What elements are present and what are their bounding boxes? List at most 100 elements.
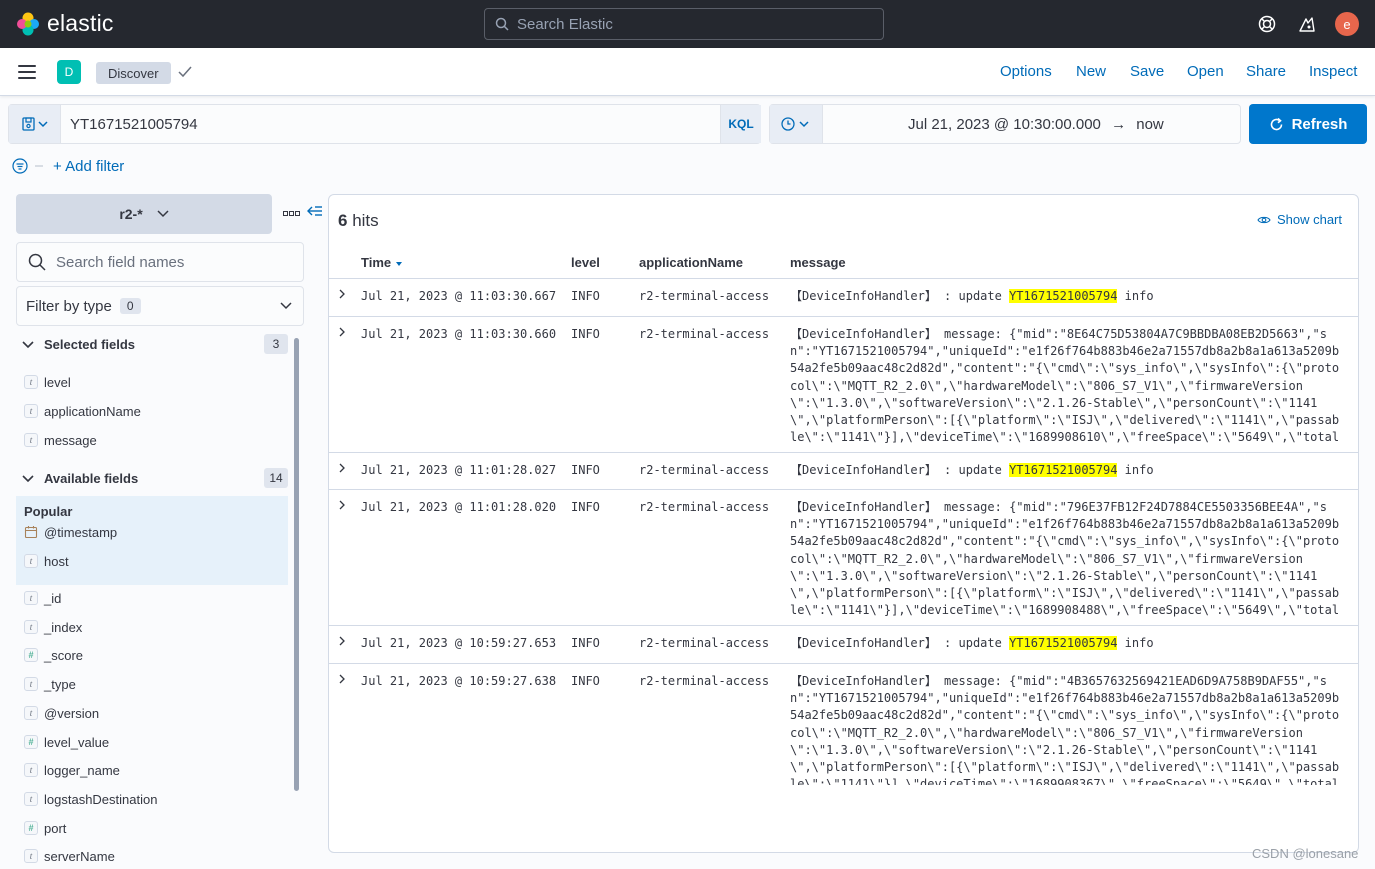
cell-application-name: r2-terminal-access	[639, 674, 770, 688]
field-item-version[interactable]: t @version	[24, 704, 99, 722]
hits-label: hits	[352, 211, 379, 230]
chevron-right-icon[interactable]	[337, 327, 347, 337]
field-item-logstash-destination[interactable]: t logstashDestination	[24, 790, 157, 808]
field-name: level_value	[44, 734, 110, 750]
options-link[interactable]: Options	[1000, 63, 1052, 80]
user-avatar[interactable]: e	[1335, 12, 1359, 36]
index-pattern-name: r2-*	[119, 206, 143, 222]
chevron-right-icon[interactable]	[337, 289, 347, 299]
query-bar[interactable]: YT1671521005794 KQL	[8, 104, 761, 144]
string-type-icon: t	[24, 554, 38, 568]
table-row[interactable]: Jul 21, 2023 @ 11:03:30.660 INFO r2-term…	[329, 317, 1358, 453]
field-item-host[interactable]: t host	[24, 552, 69, 570]
field-name: _index	[44, 619, 83, 635]
selected-fields-count: 3	[264, 334, 288, 354]
field-item-server-name[interactable]: t serverName	[24, 847, 115, 865]
newsfeed-icon[interactable]	[1297, 14, 1317, 34]
chevron-right-icon[interactable]	[337, 463, 347, 473]
checkmark-icon	[178, 66, 192, 78]
field-item-score[interactable]: # _score	[24, 646, 83, 664]
chevron-right-icon[interactable]	[337, 636, 347, 646]
kql-language-toggle[interactable]: KQL	[720, 105, 761, 143]
search-highlight: YT1671521005794	[1009, 636, 1118, 650]
column-header-application-name[interactable]: applicationName	[639, 255, 743, 270]
number-type-icon: #	[24, 735, 38, 749]
more-options-icon[interactable]	[283, 211, 301, 217]
global-search-input[interactable]: Search Elastic	[484, 8, 884, 40]
field-item-type[interactable]: t _type	[24, 675, 76, 693]
column-header-time[interactable]: Time	[361, 255, 403, 270]
cell-level: INFO	[571, 500, 600, 514]
add-filter-button[interactable]: + Add filter	[53, 158, 124, 175]
column-header-message[interactable]: message	[790, 255, 846, 270]
elastic-logo-icon[interactable]	[16, 12, 40, 36]
date-range-display[interactable]: Jul 21, 2023 @ 10:30:00.000 → now	[908, 116, 1164, 133]
index-pattern-selector[interactable]: r2-*	[16, 194, 272, 234]
hamburger-menu-icon[interactable]	[18, 65, 36, 79]
cell-time: Jul 21, 2023 @ 11:03:30.660	[361, 327, 557, 341]
table-row[interactable]: Jul 21, 2023 @ 11:01:28.020 INFO r2-term…	[329, 490, 1358, 626]
filter-by-type-dropdown[interactable]: Filter by type 0	[16, 286, 304, 326]
collapse-sidebar-icon[interactable]	[307, 205, 323, 219]
space-avatar[interactable]: D	[57, 60, 81, 84]
refresh-button[interactable]: Refresh	[1249, 104, 1367, 144]
message-text: info	[1117, 289, 1154, 303]
cell-time: Jul 21, 2023 @ 10:59:27.638	[361, 674, 557, 688]
cell-level: INFO	[571, 327, 600, 341]
help-icon[interactable]	[1257, 14, 1277, 34]
query-input[interactable]: YT1671521005794	[70, 116, 198, 133]
calendar-icon	[24, 526, 38, 539]
open-link[interactable]: Open	[1187, 63, 1224, 80]
field-name: _type	[44, 676, 76, 692]
column-header-level[interactable]: level	[571, 255, 600, 270]
cell-application-name: r2-terminal-access	[639, 636, 770, 650]
field-name: @version	[44, 705, 100, 721]
date-end[interactable]: now	[1136, 116, 1164, 133]
field-item-applicationName[interactable]: t applicationName	[24, 402, 141, 420]
date-start[interactable]: Jul 21, 2023 @ 10:30:00.000	[908, 116, 1101, 133]
field-item-message[interactable]: t message	[24, 431, 97, 449]
table-row[interactable]: Jul 21, 2023 @ 10:59:27.653 INFO r2-term…	[329, 626, 1358, 664]
available-fields-label: Available fields	[44, 471, 139, 486]
field-item-port[interactable]: # port	[24, 819, 66, 837]
field-name: host	[44, 553, 69, 569]
available-fields-header[interactable]: Available fields	[22, 471, 138, 486]
quick-select-button[interactable]	[770, 105, 823, 143]
field-item-level-value[interactable]: # level_value	[24, 733, 109, 751]
breadcrumb-discover[interactable]: Discover	[96, 62, 171, 84]
saved-query-button[interactable]	[9, 105, 61, 143]
chevron-right-icon[interactable]	[337, 674, 347, 684]
filter-options-icon[interactable]	[12, 158, 46, 174]
popular-fields-label: Popular	[24, 504, 73, 519]
table-row[interactable]: Jul 21, 2023 @ 11:01:28.027 INFO r2-term…	[329, 453, 1358, 490]
brand-name[interactable]: elastic	[47, 10, 114, 37]
chevron-right-icon[interactable]	[337, 500, 347, 510]
selected-fields-header[interactable]: Selected fields	[22, 337, 135, 352]
cell-time: Jul 21, 2023 @ 11:03:30.667	[361, 289, 557, 303]
sort-down-icon[interactable]	[395, 261, 403, 267]
sidebar-scrollbar[interactable]	[294, 338, 299, 791]
search-highlight: YT1671521005794	[1009, 289, 1118, 303]
field-item-id[interactable]: t _id	[24, 589, 61, 607]
field-item-index[interactable]: t _index	[24, 618, 82, 636]
new-link[interactable]: New	[1076, 63, 1106, 80]
table-row[interactable]: Jul 21, 2023 @ 10:59:27.638 INFO r2-term…	[329, 664, 1358, 788]
field-name: _id	[44, 590, 62, 606]
chevron-down-icon	[22, 474, 34, 482]
field-item-level[interactable]: t level	[24, 373, 71, 391]
field-search-input[interactable]: Search field names	[16, 242, 304, 282]
filter-by-type-label: Filter by type	[26, 297, 112, 315]
inspect-link[interactable]: Inspect	[1309, 63, 1357, 80]
show-chart-button[interactable]: Show chart	[1257, 212, 1342, 227]
column-label: Time	[361, 255, 392, 270]
filter-menu[interactable]	[12, 156, 46, 176]
chevron-down-icon	[22, 340, 34, 348]
save-link[interactable]: Save	[1130, 63, 1164, 80]
field-item-logger-name[interactable]: t logger_name	[24, 761, 120, 779]
date-picker[interactable]: Jul 21, 2023 @ 10:30:00.000 → now	[769, 104, 1241, 144]
watermark-text: CSDN @lonesane	[1252, 846, 1359, 861]
field-item-timestamp[interactable]: @timestamp	[24, 523, 117, 541]
share-link[interactable]: Share	[1246, 63, 1286, 80]
cell-time: Jul 21, 2023 @ 11:01:28.020	[361, 500, 557, 514]
table-row[interactable]: Jul 21, 2023 @ 11:03:30.667 INFO r2-term…	[329, 279, 1358, 317]
